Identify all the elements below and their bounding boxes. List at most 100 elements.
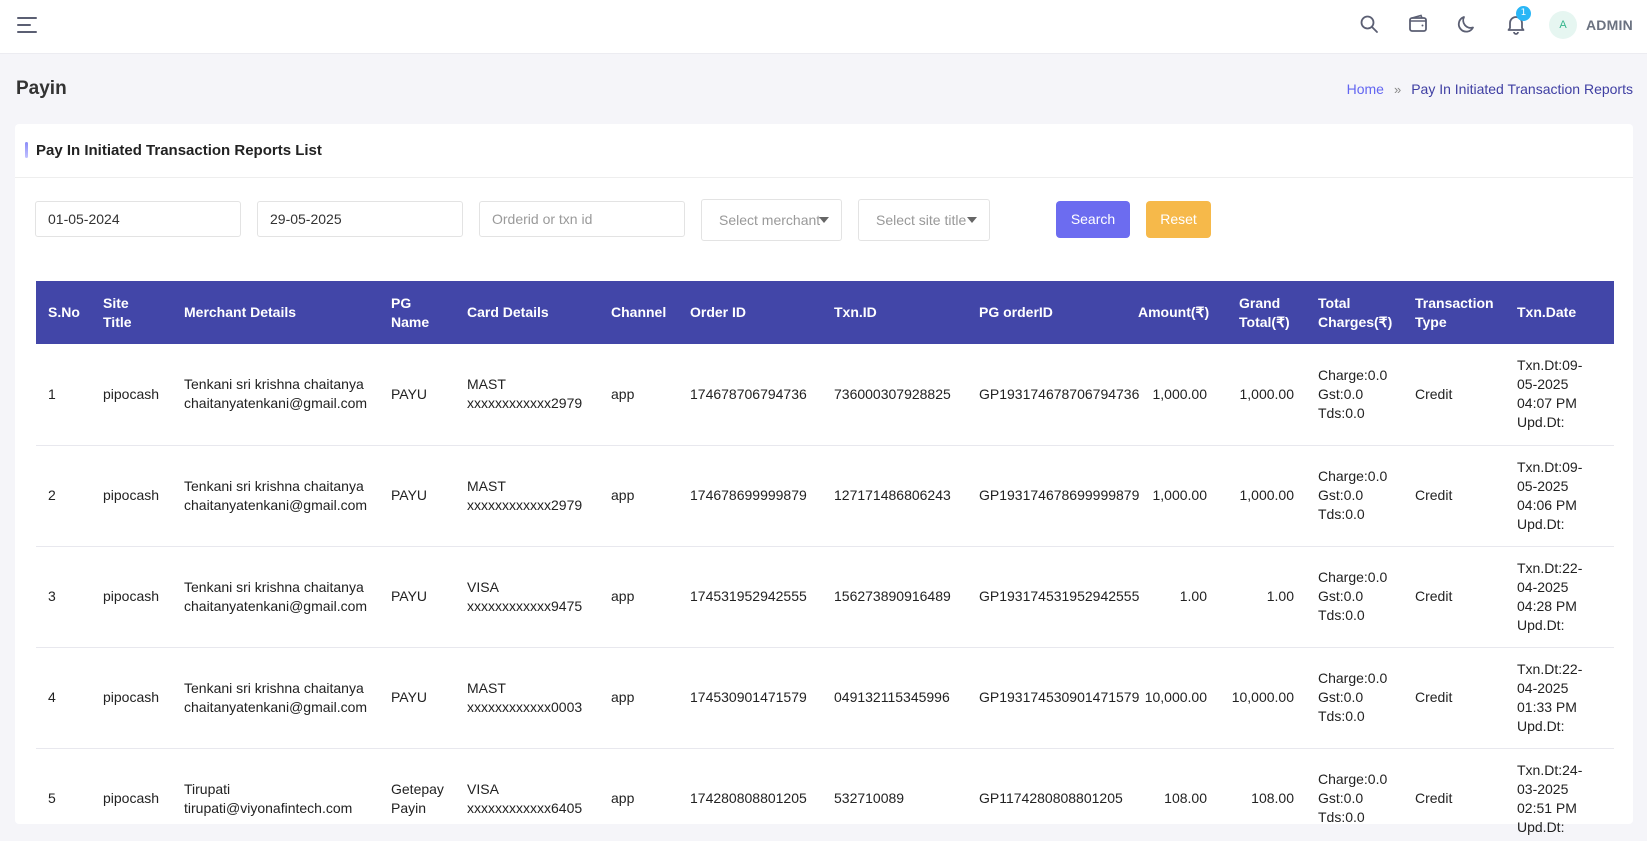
col-sno[interactable]: S.No bbox=[36, 281, 91, 344]
avatar[interactable]: A bbox=[1549, 11, 1577, 39]
table-row[interactable]: 4 pipocash Tenkani sri krishna chaitanya ch… bbox=[36, 647, 1614, 749]
search-button[interactable]: Search bbox=[1056, 201, 1130, 238]
cell-sno-sno: 5 bbox=[48, 790, 56, 806]
cell-site-title-site: pipocash bbox=[103, 790, 160, 806]
col-site-title-line2: Title bbox=[103, 313, 132, 330]
cell-merchant-details-merchant-email: chaitanyatenkani@gmail.com bbox=[184, 395, 368, 412]
merchant-select-label: Select merchant bbox=[719, 212, 821, 228]
cell-total-charges-charge: Charge:0.0 bbox=[1318, 569, 1388, 585]
cell-card-details-card-type: MAST bbox=[467, 679, 506, 696]
cell-order-id: 174531952942555 bbox=[678, 546, 822, 648]
col-pg-name[interactable]: PG Name bbox=[379, 281, 455, 344]
col-site-title[interactable]: Site Title bbox=[91, 281, 172, 344]
search-icon[interactable] bbox=[1357, 12, 1381, 36]
cell-pg-order-id-pg-order-id: GP193174530901471579 bbox=[979, 689, 1140, 705]
breadcrumb-current: Pay In Initiated Transaction Reports bbox=[1411, 81, 1633, 97]
table-row[interactable]: 5 pipocash Tirupati tirupati@viyonafintech.… bbox=[36, 748, 1614, 841]
cell-pg-order-id: GP193174531952942555 bbox=[967, 546, 1139, 648]
table-row[interactable]: 3 pipocash Tenkani sri krishna chaitanya ch… bbox=[36, 546, 1614, 648]
col-order-id[interactable]: Order ID bbox=[678, 281, 822, 344]
table-row[interactable]: 2 pipocash Tenkani sri krishna chaitanya ch… bbox=[36, 445, 1614, 547]
from-date-input[interactable]: 01-05-2024 bbox=[35, 201, 241, 237]
cell-order-id: 174530901471579 bbox=[678, 647, 822, 749]
cell-transaction-type: Credit bbox=[1403, 546, 1505, 648]
cell-merchant-details: Tenkani sri krishna chaitanya chaitanyate… bbox=[172, 647, 379, 749]
cell-site-title: pipocash bbox=[91, 647, 172, 749]
cell-merchant-details: Tenkani sri krishna chaitanya chaitanyate… bbox=[172, 344, 379, 446]
cell-amount: 1,000.00 bbox=[1132, 445, 1219, 547]
cell-card-details-card-number: xxxxxxxxxxxx9475 bbox=[467, 597, 583, 614]
cell-amount-amount: 1,000.00 bbox=[1152, 385, 1208, 402]
col-merchant-details[interactable]: Merchant Details bbox=[172, 281, 379, 344]
cell-amount-amount: 108.00 bbox=[1164, 790, 1207, 806]
cell-transaction-type-type: Credit bbox=[1415, 790, 1453, 806]
cell-amount: 108.00 bbox=[1132, 748, 1219, 841]
cell-pg-name-pg-1: PAYU bbox=[391, 487, 428, 503]
card-header: Pay In Initiated Transaction Reports Lis… bbox=[15, 124, 1633, 178]
cell-pg-name-pg-1: Getepay bbox=[391, 780, 444, 797]
col-channel[interactable]: Channel bbox=[599, 281, 678, 344]
cell-card-details-card-number: xxxxxxxxxxxx6405 bbox=[467, 799, 583, 816]
table-row[interactable]: 1 pipocash Tenkani sri krishna chaitanya ch… bbox=[36, 344, 1614, 446]
cell-site-title-site: pipocash bbox=[103, 588, 160, 604]
cell-card-details-card-type: MAST bbox=[467, 477, 506, 494]
cell-merchant-details-merchant-name: Tenkani sri krishna chaitanya bbox=[184, 679, 364, 696]
cell-order-id-order-id: 174678699999879 bbox=[690, 487, 807, 503]
cell-order-id-order-id: 174678706794736 bbox=[690, 385, 807, 402]
cell-grand-total-grand-total: 10,000.00 bbox=[1231, 689, 1294, 705]
cell-amount-amount: 1,000.00 bbox=[1152, 487, 1208, 503]
wallet-icon[interactable] bbox=[1406, 12, 1430, 36]
cell-txn-id-txn-id: 127171486806243 bbox=[834, 487, 951, 503]
cell-txn-date-date-3: 02:51 PM bbox=[1517, 799, 1577, 816]
top-navbar: 1 A ADMIN bbox=[0, 0, 1647, 54]
cell-amount: 1,000.00 bbox=[1132, 344, 1219, 446]
cell-transaction-type: Credit bbox=[1403, 445, 1505, 547]
hamburger-menu-icon[interactable] bbox=[16, 15, 38, 35]
order-search-input[interactable]: Orderid or txn id bbox=[479, 201, 685, 237]
cell-pg-order-id: GP1174280808801205 bbox=[967, 748, 1132, 841]
cell-card-details-card-type: MAST bbox=[467, 376, 506, 393]
notification-count-badge: 1 bbox=[1516, 6, 1531, 21]
cell-txn-id: 532710089 bbox=[822, 748, 967, 841]
cell-total-charges: Charge:0.0 Gst:0.0 Tds:0.0 bbox=[1306, 445, 1403, 547]
col-total-charges[interactable]: Total Charges(₹) bbox=[1306, 281, 1403, 344]
site-title-select[interactable]: Select site title bbox=[858, 199, 990, 241]
col-card-details[interactable]: Card Details bbox=[455, 281, 599, 344]
cell-sno-sno: 2 bbox=[48, 487, 56, 503]
cell-channel-channel: app bbox=[611, 487, 635, 503]
cell-merchant-details-merchant-name: Tenkani sri krishna chaitanya bbox=[184, 477, 364, 494]
caret-down-icon bbox=[819, 217, 829, 223]
cell-txn-date-date-4: Upd.Dt: bbox=[1517, 515, 1565, 532]
col-grand-total[interactable]: Grand Total(₹) bbox=[1219, 281, 1306, 344]
col-amount[interactable]: Amount(₹) bbox=[1132, 281, 1219, 344]
to-date-input[interactable]: 29-05-2025 bbox=[257, 201, 463, 237]
col-pg-order-id[interactable]: PG orderID bbox=[967, 281, 1132, 344]
cell-txn-date-date-3: 04:06 PM bbox=[1517, 496, 1577, 513]
cell-txn-id: 127171486806243 bbox=[822, 445, 967, 547]
reset-button[interactable]: Reset bbox=[1146, 201, 1211, 238]
user-label[interactable]: ADMIN bbox=[1586, 17, 1633, 33]
cell-grand-total-grand-total: 1,000.00 bbox=[1239, 487, 1295, 503]
cell-merchant-details-merchant-name: Tenkani sri krishna chaitanya bbox=[184, 376, 364, 393]
cell-channel: app bbox=[599, 647, 678, 749]
cell-txn-date-date-2: 05-2025 bbox=[1517, 376, 1569, 393]
cell-site-title: pipocash bbox=[91, 748, 172, 841]
cell-txn-date-date-4: Upd.Dt: bbox=[1517, 414, 1565, 431]
cell-pg-name-pg-2: Payin bbox=[391, 799, 427, 816]
cell-txn-date-date-3: 04:07 PM bbox=[1517, 395, 1577, 412]
breadcrumb-home-link[interactable]: Home bbox=[1347, 81, 1384, 97]
cell-merchant-details-merchant-name: Tenkani sri krishna chaitanya bbox=[184, 578, 364, 595]
cell-total-charges: Charge:0.0 Gst:0.0 Tds:0.0 bbox=[1306, 647, 1403, 749]
cell-txn-date: Txn.Dt:22- 04-2025 01:33 PM Upd.Dt: bbox=[1505, 647, 1614, 749]
merchant-select[interactable]: Select merchant bbox=[701, 199, 842, 241]
cell-pg-name: PAYU bbox=[379, 647, 455, 749]
report-card: Pay In Initiated Transaction Reports Lis… bbox=[15, 124, 1633, 841]
cell-merchant-details-merchant-name: Tirupati bbox=[184, 780, 231, 797]
cell-total-charges-gst: Gst:0.0 bbox=[1318, 385, 1364, 402]
col-txn-id[interactable]: Txn.ID bbox=[822, 281, 967, 344]
col-transaction-type[interactable]: Transaction Type bbox=[1403, 281, 1505, 344]
col-txn-date[interactable]: Txn.Date bbox=[1505, 281, 1614, 344]
cell-site-title-site: pipocash bbox=[103, 689, 160, 705]
page-title: Payin bbox=[16, 78, 67, 99]
moon-icon[interactable] bbox=[1455, 12, 1479, 36]
